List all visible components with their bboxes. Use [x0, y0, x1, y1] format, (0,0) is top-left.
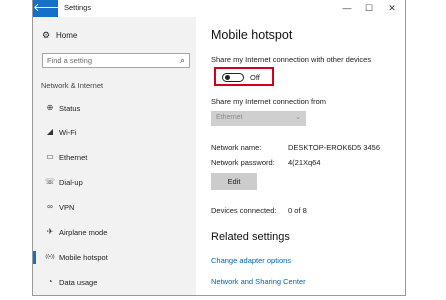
sidebar-item-ethernet[interactable]: ▭ Ethernet — [33, 148, 196, 168]
back-arrow-icon: 🡐 — [33, 2, 63, 14]
sidebar-item-vpn[interactable]: ∞ VPN — [33, 198, 196, 218]
search-input[interactable]: Find a setting ⌕ — [42, 53, 190, 68]
network-name-label: Network name: — [211, 143, 262, 152]
close-button[interactable]: ✕ — [385, 2, 399, 14]
hotspot-icon: ((•)) — [45, 254, 55, 260]
network-name-value: DESKTOP-EROK6D5 3456 — [288, 143, 380, 152]
sidebar-item-data-usage[interactable]: ◔ Data usage — [33, 273, 196, 293]
sidebar-item-mobile-hotspot[interactable]: ((•)) Mobile hotspot — [33, 248, 196, 268]
share-from-label: Share my Internet connection from — [211, 97, 327, 106]
wifi-icon: ◢ — [46, 127, 54, 136]
minimize-button[interactable]: — — [340, 2, 354, 14]
window-title: Settings — [64, 3, 92, 12]
maximize-button[interactable]: ☐ — [362, 2, 376, 14]
sidebar-item-label: Status — [59, 104, 81, 113]
sidebar-item-label: Dial-up — [59, 178, 83, 187]
sidebar-item-label: Ethernet — [59, 153, 88, 162]
home-nav-item[interactable]: ⚙ Home — [42, 30, 77, 41]
chevron-down-icon: ⌄ — [295, 114, 301, 121]
share-from-select[interactable]: Ethernet ⌄ — [211, 111, 306, 126]
back-button[interactable]: 🡐 — [33, 0, 63, 17]
title-bar: 🡐 Settings — ☐ ✕ — [33, 0, 405, 17]
vpn-icon: ∞ — [47, 202, 53, 211]
gear-icon: ⚙ — [42, 30, 51, 40]
toggle-highlight-box: Off — [214, 67, 274, 86]
active-indicator — [33, 251, 36, 264]
sidebar-item-label: Wi-Fi — [59, 128, 77, 137]
share-label: Share my Internet connection with other … — [211, 55, 372, 64]
network-password-label: Network password: — [211, 158, 275, 167]
airplane-icon: ✈ — [46, 227, 54, 236]
related-settings-title: Related settings — [211, 231, 290, 243]
sidebar-item-label: Airplane mode — [59, 228, 108, 237]
home-label: Home — [56, 31, 78, 40]
sidebar-item-label: Data usage — [59, 278, 98, 287]
sidebar: ⚙ Home Find a setting ⌕ Network & Interne… — [33, 17, 196, 295]
data-usage-icon: ◔ — [47, 277, 53, 286]
section-label: Network & Internet — [41, 81, 104, 90]
sidebar-item-label: Mobile hotspot — [59, 253, 108, 262]
sidebar-item-label: VPN — [59, 203, 75, 212]
dialup-icon: ☏ — [44, 177, 55, 186]
sidebar-item-airplane-mode[interactable]: ✈ Airplane mode — [33, 223, 196, 243]
toggle-state-label: Off — [250, 73, 260, 82]
devices-connected-label: Devices connected: — [211, 206, 277, 215]
devices-connected-value: 0 of 8 — [288, 206, 307, 215]
search-icon[interactable]: ⌕ — [180, 55, 185, 66]
edit-button[interactable]: Edit — [211, 173, 257, 190]
network-password-value: 4(21Xq64 — [288, 158, 321, 167]
share-from-value: Ethernet — [216, 114, 243, 121]
search-placeholder: Find a setting — [47, 56, 93, 65]
sidebar-item-status[interactable]: ⊕ Status — [33, 99, 196, 119]
network-sharing-center-link[interactable]: Network and Sharing Center — [211, 277, 306, 286]
sidebar-item-wifi[interactable]: ◢ Wi-Fi — [33, 123, 196, 143]
ethernet-icon: ▭ — [46, 152, 54, 161]
page-title: Mobile hotspot — [211, 28, 293, 42]
main-content: Mobile hotspot Share my Internet connect… — [211, 17, 401, 295]
change-adapter-options-link[interactable]: Change adapter options — [211, 256, 291, 265]
globe-icon: ⊕ — [46, 103, 54, 112]
sidebar-item-dialup[interactable]: ☏ Dial-up — [33, 173, 196, 193]
toggle-knob — [225, 75, 230, 80]
settings-window: 🡐 Settings — ☐ ✕ ⚙ Home Find a setting ⌕ … — [32, 0, 406, 296]
hotspot-toggle[interactable] — [222, 73, 244, 82]
